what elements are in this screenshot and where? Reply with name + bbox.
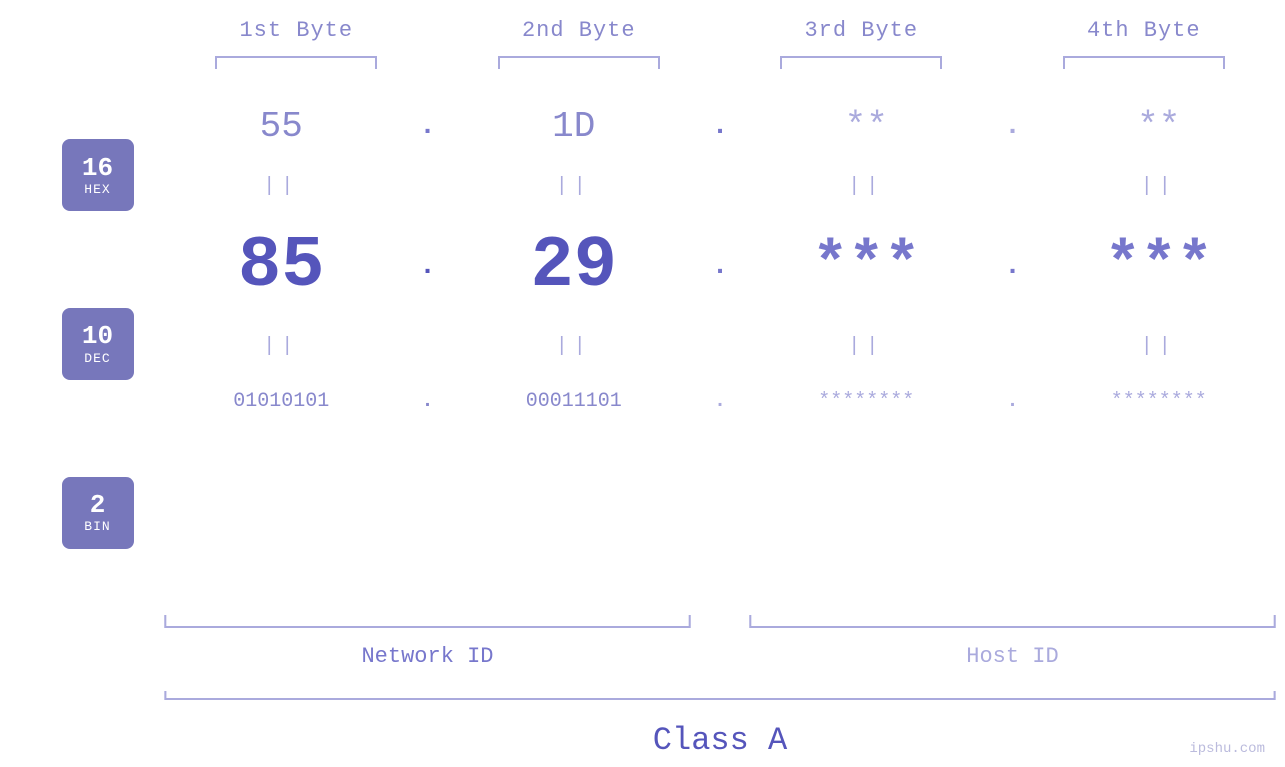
bracket-top-1 <box>206 49 386 71</box>
bottom-section: Network ID Host ID Class A <box>155 607 1285 767</box>
bin-col-3: ******** <box>740 390 993 413</box>
badge-dec-label: DEC <box>84 351 110 366</box>
hex-val-3: ** <box>845 106 888 147</box>
bin-dot-3: . <box>993 390 1033 413</box>
byte-col-2: 2nd Byte <box>438 18 721 71</box>
dec-val-2: 29 <box>531 225 617 307</box>
dec-col-1: 85 <box>155 225 408 307</box>
badge-bin-num: 2 <box>90 491 106 520</box>
content-area: 16 HEX 10 DEC 2 BIN 55 . 1D <box>0 81 1285 607</box>
class-label-row: Class A <box>155 716 1285 767</box>
eq-col-3: || <box>740 175 993 198</box>
dec-dot-2: . <box>700 251 740 282</box>
hex-row: 55 . 1D . ** . ** <box>155 81 1285 171</box>
network-id-bracket-wrap <box>155 607 700 640</box>
hex-dot-1: . <box>408 111 448 142</box>
bin-col-4: ******** <box>1033 390 1285 413</box>
hex-col-4: ** <box>1033 106 1285 147</box>
eq-col-2-1: || <box>155 335 408 358</box>
hex-val-1: 55 <box>260 106 303 147</box>
bin-col-1: 01010101 <box>155 390 408 413</box>
badge-dec: 10 DEC <box>62 308 134 380</box>
dec-row: 85 . 29 . *** . *** <box>155 201 1285 331</box>
bin-val-4: ******** <box>1111 390 1207 413</box>
header-row: 1st Byte 2nd Byte 3rd Byte <box>155 18 1285 71</box>
bracket-top-3 <box>771 49 951 71</box>
network-id-label: Network ID <box>361 644 493 669</box>
hex-val-4: ** <box>1137 106 1180 147</box>
hex-val-2: 1D <box>552 106 595 147</box>
dec-dot-1: . <box>408 251 448 282</box>
dec-col-3: *** <box>740 232 993 300</box>
watermark: ipshu.com <box>1189 741 1265 757</box>
bin-val-3: ******** <box>818 390 914 413</box>
byte-col-1: 1st Byte <box>155 18 438 71</box>
bin-val-2: 00011101 <box>526 390 622 413</box>
bin-row: 01010101 . 00011101 . ******** . *******… <box>155 361 1285 441</box>
class-bracket-section: Class A <box>155 681 1285 767</box>
dec-col-2: 29 <box>448 225 701 307</box>
eq-col-4: || <box>1033 175 1285 198</box>
dec-col-4: *** <box>1033 232 1285 300</box>
bin-dot-1: . <box>408 390 448 413</box>
eq-row-1: || || || || <box>155 171 1285 201</box>
hex-col-1: 55 <box>155 106 408 147</box>
hex-dot-2: . <box>700 111 740 142</box>
hex-dot-3: . <box>993 111 1033 142</box>
host-id-label-wrap: Host ID <box>740 644 1285 669</box>
bottom-brackets <box>155 607 1285 640</box>
badge-bin-label: BIN <box>84 519 110 534</box>
id-labels-row: Network ID Host ID <box>155 644 1285 669</box>
hex-col-2: 1D <box>448 106 701 147</box>
bin-val-1: 01010101 <box>233 390 329 413</box>
eq-col-2: || <box>448 175 701 198</box>
byte-col-3: 3rd Byte <box>720 18 1003 71</box>
network-id-label-wrap: Network ID <box>155 644 700 669</box>
badges-col: 16 HEX 10 DEC 2 BIN <box>0 81 155 607</box>
dec-val-1: 85 <box>238 225 324 307</box>
eq-col-1: || <box>155 175 408 198</box>
badge-hex: 16 HEX <box>62 139 134 211</box>
class-bracket <box>155 681 1285 701</box>
eq-col-2-2: || <box>448 335 701 358</box>
host-id-bracket <box>740 607 1285 635</box>
bin-dot-2: . <box>700 390 740 413</box>
host-id-bracket-wrap <box>740 607 1285 640</box>
badge-hex-label: HEX <box>84 182 110 197</box>
network-id-bracket <box>155 607 700 635</box>
byte-label-4: 4th Byte <box>1003 18 1285 43</box>
main-container: 1st Byte 2nd Byte 3rd Byte <box>0 0 1285 767</box>
badge-dec-num: 10 <box>82 322 113 351</box>
host-id-label: Host ID <box>966 644 1058 669</box>
byte-col-4: 4th Byte <box>1003 18 1285 71</box>
dec-dot-3: . <box>993 251 1033 282</box>
bracket-top-4 <box>1054 49 1234 71</box>
hex-col-3: ** <box>740 106 993 147</box>
class-label: Class A <box>653 722 787 759</box>
bin-col-2: 00011101 <box>448 390 701 413</box>
badge-hex-num: 16 <box>82 154 113 183</box>
byte-label-1: 1st Byte <box>155 18 438 43</box>
eq-col-2-3: || <box>740 335 993 358</box>
badge-bin: 2 BIN <box>62 477 134 549</box>
dec-val-3: *** <box>812 232 920 300</box>
eq-col-2-4: || <box>1033 335 1285 358</box>
bracket-top-2 <box>489 49 669 71</box>
byte-label-3: 3rd Byte <box>720 18 1003 43</box>
data-area: 55 . 1D . ** . ** || || <box>155 81 1285 607</box>
eq-row-2: || || || || <box>155 331 1285 361</box>
byte-label-2: 2nd Byte <box>438 18 721 43</box>
dec-val-4: *** <box>1105 232 1213 300</box>
